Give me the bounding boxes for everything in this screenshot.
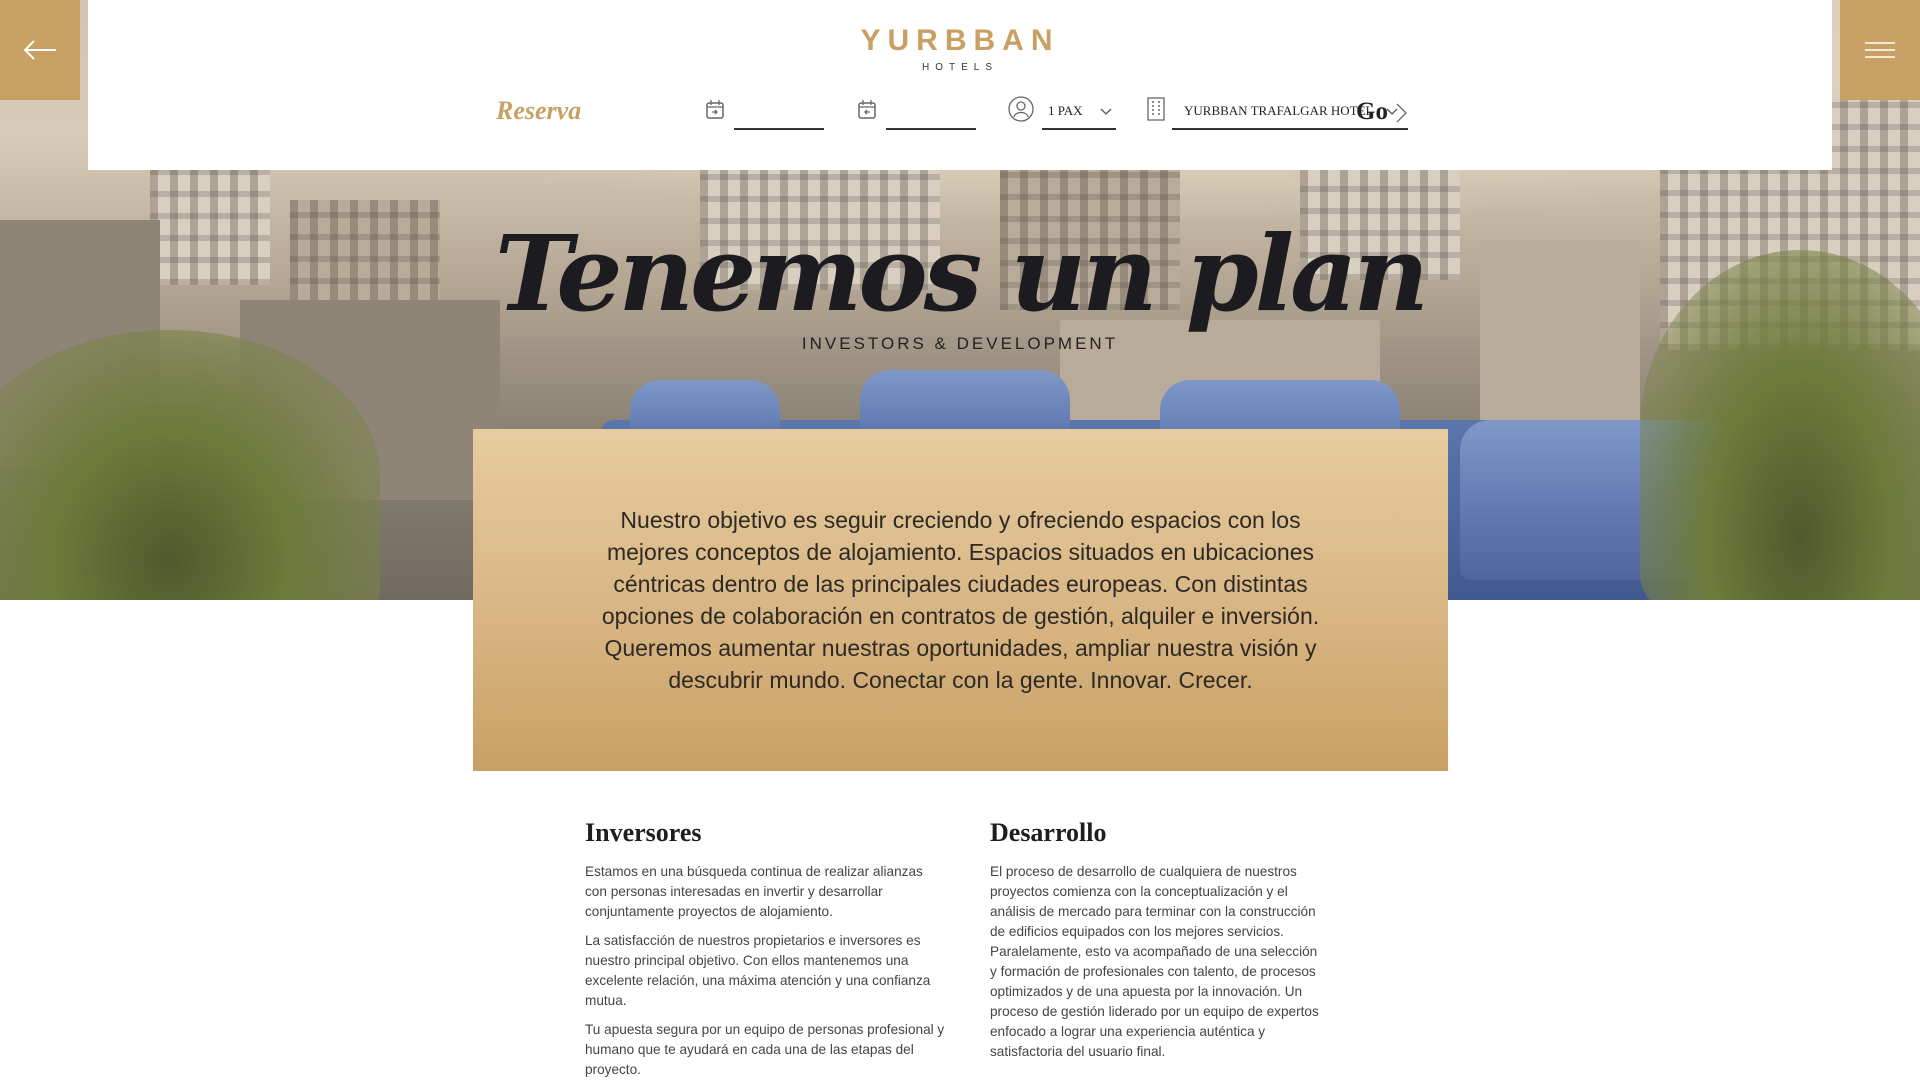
logo-subtitle: HOTELS: [921, 62, 998, 73]
investors-section: Inversores Estamos en una búsqueda conti…: [585, 818, 945, 1080]
hero-title: Tenemos un plan: [494, 212, 1429, 335]
hotel-underline: [1172, 128, 1408, 130]
development-paragraph: El proceso de desarrollo de cualquiera d…: [990, 864, 1319, 1059]
development-section: Desarrollo El proceso de desarrollo de c…: [990, 818, 1325, 1071]
logo[interactable]: YURBBAN HOTELS: [88, 24, 1832, 73]
chevron-down-icon: [1100, 108, 1112, 115]
checkout-field[interactable]: [856, 92, 981, 130]
calendar-in-icon: [706, 100, 724, 119]
chevron-right-icon: [1396, 103, 1407, 123]
go-button[interactable]: Go: [1356, 98, 1407, 126]
menu-button[interactable]: [1840, 0, 1920, 100]
building-icon: [1147, 97, 1165, 121]
investors-heading: Inversores: [585, 818, 702, 847]
booking-form: Reserva 1 PAX YURBBAN TRAFALGAR HOTEL Go: [496, 92, 1456, 132]
checkout-input[interactable]: [886, 128, 976, 130]
hero-subtitle: INVESTORS & DEVELOPMENT: [801, 334, 1119, 353]
checkin-field[interactable]: [704, 92, 829, 130]
calendar-out-icon: [858, 100, 876, 119]
booking-label: Reserva: [496, 96, 582, 125]
investors-paragraph: La satisfacción de nuestros propietarios…: [585, 933, 931, 1008]
go-label: Go: [1356, 98, 1388, 125]
intro-box: Nuestro objetivo es seguir creciendo y o…: [473, 429, 1448, 771]
header-bar: YURBBAN HOTELS Reserva 1 PAX YURBBAN TRA…: [88, 0, 1832, 170]
arrow-left-icon: [23, 40, 56, 60]
hamburger-menu-icon: [1865, 42, 1895, 58]
user-icon: [1008, 96, 1034, 122]
guests-select[interactable]: 1 PAX: [1008, 92, 1120, 130]
investors-paragraph: Tu apuesta segura por un equipo de perso…: [585, 1022, 945, 1077]
hotel-value: YURBBAN TRAFALGAR HOTEL: [1184, 103, 1374, 118]
investors-paragraph: Estamos en una búsqueda continua de real…: [585, 864, 923, 919]
development-heading: Desarrollo: [990, 818, 1107, 847]
checkin-input[interactable]: [734, 128, 824, 130]
guests-underline: [1042, 128, 1116, 130]
intro-text: Nuestro objetivo es seguir creciendo y o…: [601, 507, 1320, 693]
logo-brand: YURBBAN: [860, 24, 1060, 57]
guests-value: 1 PAX: [1048, 103, 1083, 118]
back-button[interactable]: [0, 0, 80, 100]
